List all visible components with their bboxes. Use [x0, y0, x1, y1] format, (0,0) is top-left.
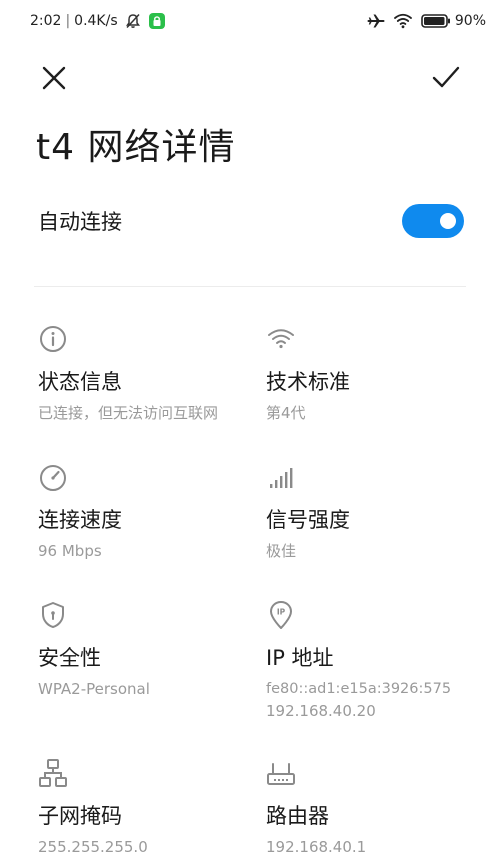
signal-bars-icon	[270, 468, 293, 488]
detail-status: 状态信息 已连接，但无法访问互联网	[38, 324, 253, 424]
page-title: t4 网络详情	[36, 127, 236, 168]
info-icon	[40, 326, 66, 352]
top-action-bar	[0, 52, 500, 100]
detail-value: 96 Mbps	[38, 542, 102, 560]
wifi-icon	[268, 329, 294, 349]
vpn-shield-icon	[148, 12, 166, 30]
confirm-button[interactable]	[426, 58, 466, 98]
svg-text:IP: IP	[277, 608, 286, 617]
detail-value: 255.255.255.0	[38, 838, 148, 856]
status-time: 2:02	[30, 13, 62, 29]
detail-value: 第4代	[266, 404, 306, 422]
shield-icon	[42, 602, 64, 628]
detail-router: 路由器 192.168.40.1	[266, 758, 481, 858]
detail-label: 安全性	[38, 646, 101, 670]
detail-subnet-mask: 子网掩码 255.255.255.0	[38, 758, 253, 858]
detail-tech-standard: 技术标准 第4代	[266, 324, 481, 424]
status-bar: 2:02 | 0.4K/s 90%	[0, 0, 500, 44]
checkmark-icon	[432, 66, 460, 88]
close-icon	[42, 66, 66, 90]
detail-value: 已连接，但无法访问互联网	[38, 404, 219, 422]
status-bar-left: 2:02 | 0.4K/s	[30, 12, 166, 30]
detail-security: 安全性 WPA2-Personal	[38, 600, 253, 700]
speedometer-icon	[40, 465, 66, 491]
airplane-mode-icon	[367, 12, 385, 30]
detail-link-speed: 连接速度 96 Mbps	[38, 462, 253, 562]
detail-label: 技术标准	[266, 370, 350, 394]
detail-label: 子网掩码	[38, 804, 122, 828]
detail-label: 连接速度	[38, 508, 122, 532]
notification-muted-icon	[124, 12, 142, 30]
detail-value-ipv4: 192.168.40.20	[266, 702, 376, 720]
router-icon	[267, 763, 295, 785]
wifi-status-icon	[393, 13, 413, 29]
detail-label: IP 地址	[266, 646, 334, 670]
detail-ip-address: IP IP 地址 fe80::ad1:e15a:3926:575 192.168…	[266, 600, 481, 722]
detail-signal-strength: 信号强度 极佳	[266, 462, 481, 562]
detail-label: 状态信息	[38, 370, 122, 394]
detail-value-ipv6: fe80::ad1:e15a:3926:575	[266, 681, 452, 697]
auto-connect-label: 自动连接	[38, 210, 122, 234]
section-divider	[34, 286, 466, 287]
network-topology-icon	[39, 759, 67, 787]
detail-value: 极佳	[266, 542, 297, 560]
status-separator: |	[65, 13, 71, 29]
battery-icon	[421, 13, 451, 29]
detail-value: WPA2-Personal	[38, 680, 150, 698]
status-bar-right: 90%	[367, 12, 486, 30]
auto-connect-row[interactable]: 自动连接	[38, 198, 464, 244]
close-button[interactable]	[34, 58, 74, 98]
ip-location-icon: IP	[270, 601, 292, 629]
detail-value: 192.168.40.1	[266, 838, 367, 856]
toggle-knob	[440, 213, 456, 229]
detail-label: 信号强度	[266, 508, 350, 532]
auto-connect-toggle[interactable]	[402, 204, 464, 238]
detail-label: 路由器	[266, 804, 329, 828]
battery-percent: 90%	[454, 13, 486, 29]
network-speed: 0.4K/s	[74, 13, 118, 29]
